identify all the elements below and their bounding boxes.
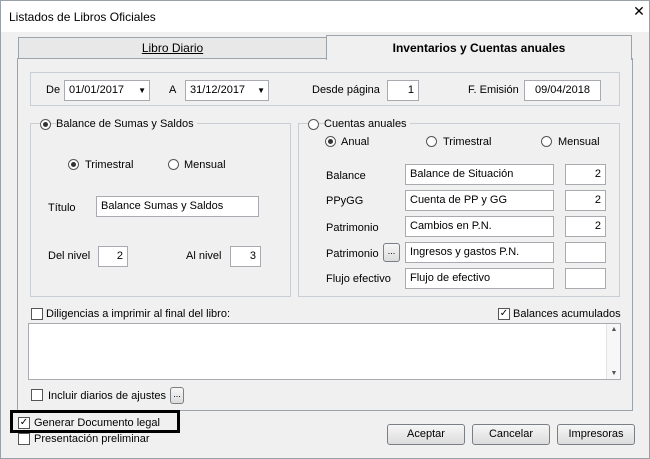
balances-acumulados-checkbox[interactable]: ✓ [498,308,510,320]
balances-acumulados-label: Balances acumulados [513,308,621,320]
impresoras-button[interactable]: Impresoras [557,424,635,445]
from-date-select[interactable]: 01/01/2017 ▼ [64,80,150,101]
presentacion-label: Presentación preliminar [34,433,150,445]
ca-row-label: Flujo efectivo [326,273,391,285]
trimestral-radio[interactable] [68,159,79,170]
ca-row-value[interactable]: Ingresos y gastos P.N. [405,242,554,263]
tab-libro-diario[interactable]: Libro Diario [18,37,327,59]
ca-row-num[interactable]: 2 [565,216,606,237]
anual-label: Anual [341,136,370,148]
from-date-value: 01/01/2017 [69,84,125,96]
incluir-diarios-checkbox[interactable] [31,389,43,401]
ca-row-num[interactable]: 2 [565,190,606,211]
generar-documento-label: Generar Documento legal [34,417,160,429]
ca-row-num[interactable] [565,268,606,289]
aceptar-button[interactable]: Aceptar [387,424,465,445]
balance-sumas-label: Balance de Sumas y Saldos [56,118,197,130]
cancelar-button[interactable]: Cancelar [472,424,550,445]
scroll-up-icon[interactable]: ▲ [607,326,621,333]
ca-mensual-radio[interactable] [541,136,552,147]
emision-date-input[interactable]: 09/04/2018 [524,80,601,101]
cuentas-anuales-label: Cuentas anuales [324,118,410,130]
ca-row-num[interactable] [565,242,606,263]
patrimonio-ellipsis-button[interactable]: ... [383,243,400,262]
ca-row-label: PPyGG [326,195,364,207]
window-title: Listados de Libros Oficiales [9,10,156,24]
tab-inventarios[interactable]: Inventarios y Cuentas anuales [326,35,632,60]
to-date-select[interactable]: 31/12/2017 ▼ [185,80,269,101]
scroll-down-icon[interactable]: ▼ [607,370,621,377]
ca-row-label: Balance [326,170,366,182]
ca-row-value[interactable]: Cuenta de PP y GG [405,190,554,211]
ca-row-value[interactable]: Flujo de efectivo [405,268,554,289]
generar-documento-checkbox[interactable]: ✓ [18,417,30,429]
diligencias-label: Diligencias a imprimir al final del libr… [46,308,231,320]
titulo-label: Título [48,202,76,214]
al-nivel-label: Al nivel [186,250,222,262]
presentacion-checkbox[interactable] [18,433,30,445]
scrollbar[interactable]: ▲ ▼ [606,324,620,379]
diligencias-textarea[interactable]: ▲ ▼ [28,323,621,380]
ca-row-num[interactable]: 2 [565,164,606,185]
diligencias-checkbox[interactable] [31,308,43,320]
del-nivel-input[interactable]: 2 [98,246,128,267]
chevron-down-icon: ▼ [138,86,146,95]
desde-pagina-input[interactable]: 1 [387,80,419,101]
dialog-window: Listados de Libros Oficiales ✕ Libro Dia… [0,0,650,459]
mensual-radio[interactable] [168,159,179,170]
desde-pagina-label: Desde página [312,84,380,96]
ca-row-value[interactable]: Cambios en P.N. [405,216,554,237]
ca-row-label: Patrimonio [326,222,379,234]
trimestral-label: Trimestral [85,159,134,171]
al-nivel-input[interactable]: 3 [230,246,261,267]
titulo-input[interactable]: Balance Sumas y Saldos [96,196,259,217]
tab-label: Inventarios y Cuentas anuales [392,41,566,55]
ca-trimestral-label: Trimestral [443,136,492,148]
ca-mensual-label: Mensual [558,136,600,148]
anual-radio[interactable] [325,136,336,147]
chevron-down-icon: ▼ [257,86,265,95]
de-label: De [46,84,61,96]
balance-sumas-radio[interactable] [40,119,51,130]
mensual-label: Mensual [184,159,226,171]
tab-label: Libro Diario [141,41,204,55]
ca-row-label: Patrimonio [326,248,379,260]
incluir-diarios-ellipsis-button[interactable]: ... [170,387,184,404]
emision-label: F. Emisión [468,84,519,96]
incluir-diarios-label: Incluir diarios de ajustes [48,390,167,402]
ca-row-value[interactable]: Balance de Situación [405,164,554,185]
cuentas-anuales-radio[interactable] [308,119,319,130]
to-date-value: 31/12/2017 [190,84,246,96]
close-icon[interactable]: ✕ [629,1,649,23]
del-nivel-label: Del nivel [48,250,91,262]
title-bar: Listados de Libros Oficiales ✕ [1,1,649,32]
a-label: A [169,84,177,96]
ca-trimestral-radio[interactable] [426,136,437,147]
